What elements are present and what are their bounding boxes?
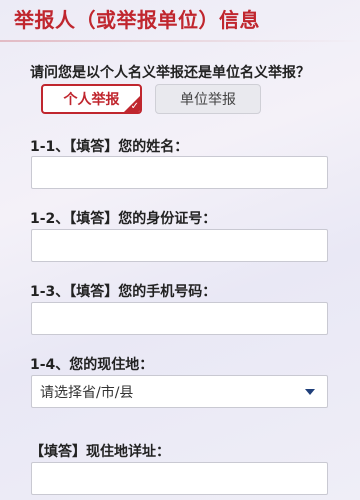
reporter-type-question: 请问您是以个人名义举报还是单位名义举报？: [30, 65, 310, 81]
address-detail-label: 【填答】现住地详址：: [30, 444, 170, 460]
page-title: 举报人（或举报单位）信息: [14, 8, 260, 32]
name-label: 1-1、【填答】您的姓名：: [30, 139, 189, 155]
address-detail-input[interactable]: [31, 462, 328, 495]
residence-select[interactable]: 请选择省/市/县: [31, 375, 328, 408]
phone-input[interactable]: [31, 302, 328, 335]
title-divider: [0, 40, 360, 42]
personal-report-label: 个人举报: [63, 92, 120, 108]
id-number-input[interactable]: [31, 229, 328, 262]
personal-report-button[interactable]: 个人举报 ✓: [41, 84, 142, 114]
phone-label: 1-3、【填答】您的手机号码：: [30, 284, 217, 300]
organization-report-label: 单位举报: [180, 92, 236, 108]
chevron-down-icon: [305, 388, 315, 395]
residence-label: 1-4、您的现住地：: [30, 357, 154, 373]
residence-select-value: 请选择省/市/县: [40, 384, 134, 401]
name-input[interactable]: [31, 156, 328, 189]
id-number-label: 1-2、【填答】您的身份证号：: [30, 211, 217, 227]
organization-report-button[interactable]: 单位举报: [155, 84, 261, 114]
checkmark-icon: ✓: [130, 101, 139, 112]
